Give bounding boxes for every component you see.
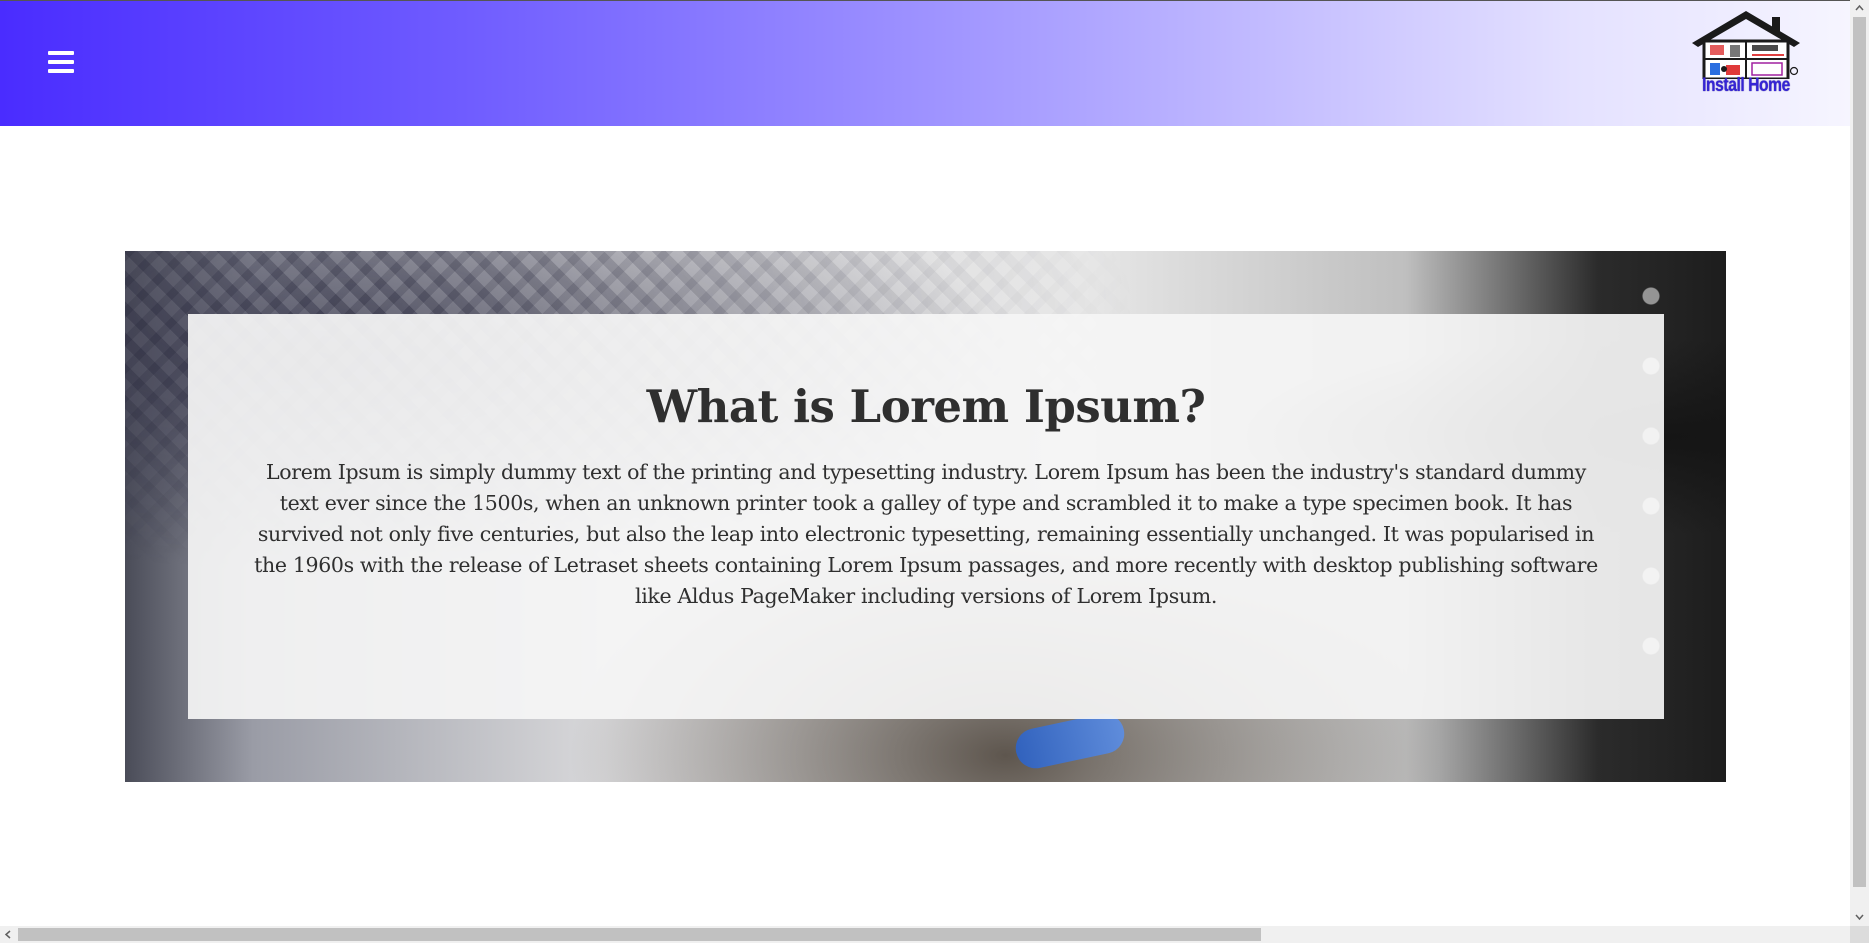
logo-text: Install Home — [1702, 75, 1790, 96]
hero-section: What is Lorem Ipsum? Lorem Ipsum is simp… — [125, 251, 1726, 782]
vertical-scrollbar[interactable] — [1850, 0, 1869, 926]
hero-paragraph: Lorem Ipsum is simply dummy text of the … — [254, 460, 1598, 608]
page: Install Home What is Lorem Ipsum? Lorem … — [0, 0, 1869, 943]
house-logo-icon — [1692, 11, 1800, 81]
scroll-left-arrow-icon[interactable] — [4, 930, 11, 939]
scrollbar-corner — [1850, 926, 1869, 943]
menu-bar-middle — [48, 60, 74, 64]
site-header: Install Home — [0, 0, 1850, 126]
site-logo[interactable]: Install Home — [1686, 9, 1806, 103]
hero-background-tool — [1012, 710, 1128, 772]
menu-bar-top — [48, 51, 74, 55]
hamburger-menu-button[interactable] — [46, 49, 80, 79]
horizontal-scrollbar-thumb[interactable] — [18, 928, 1261, 941]
hero-title: What is Lorem Ipsum? — [646, 380, 1206, 433]
menu-bar-bottom — [48, 69, 74, 73]
hero-card: What is Lorem Ipsum? Lorem Ipsum is simp… — [188, 314, 1664, 719]
scroll-up-arrow-icon[interactable] — [1855, 4, 1864, 11]
scroll-down-arrow-icon[interactable] — [1855, 914, 1864, 921]
vertical-scrollbar-thumb[interactable] — [1853, 17, 1866, 887]
horizontal-scrollbar[interactable] — [0, 926, 1850, 943]
